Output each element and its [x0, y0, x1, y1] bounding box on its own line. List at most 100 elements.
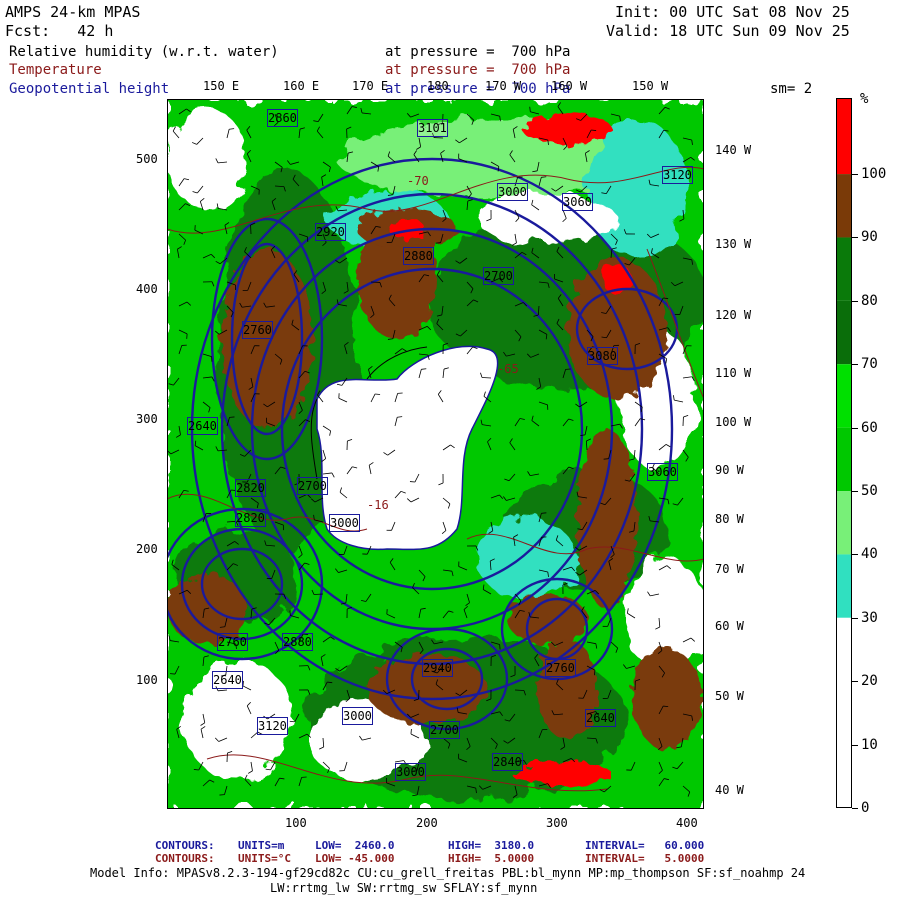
height-contour-label: 2840 [492, 753, 523, 771]
height-contour-label: 3060 [647, 463, 678, 481]
colorbar-tick [852, 174, 858, 176]
height-contour-label: 3101 [417, 119, 448, 137]
colorbar [836, 98, 852, 808]
temp-contour-label: -16 [367, 498, 389, 512]
colorbar-tick [852, 491, 858, 493]
colorbar-band [836, 427, 852, 492]
y-tick-label: 200 [136, 542, 158, 556]
x-tick-label: 200 [416, 816, 438, 830]
colorbar-tick [852, 744, 858, 746]
colorbar-tick [852, 554, 858, 556]
footer-model-info-2: LW:rrtmg_lw SW:rrtmg_sw SFLAY:sf_mynn [270, 881, 538, 895]
height-contour-label: 2860 [267, 109, 298, 127]
colorbar-tick-label: 40 [861, 546, 878, 563]
field-temp-name: Temperature [9, 62, 102, 78]
colorbar-tick [852, 617, 858, 619]
height-contour-label: 2640 [585, 709, 616, 727]
lon-label-top: 160 E [283, 79, 320, 93]
colorbar-tick-label: 100 [861, 166, 887, 183]
field-height-name: Geopotential height [9, 81, 170, 97]
temp-contour-label: -70 [407, 174, 429, 188]
height-contour-label: 3000 [342, 707, 373, 725]
footer-model-info: Model Info: MPASv8.2.3-194-gf29cd82c CU:… [90, 866, 806, 880]
height-contour-label: 2820 [235, 479, 266, 497]
colorbar-tick [852, 427, 858, 429]
lon-label-right: 40 W [715, 783, 744, 797]
colorbar-tick [852, 237, 858, 239]
lon-label-top: 160 W [551, 79, 588, 93]
height-contour-label: 3000 [497, 183, 528, 201]
colorbar-tick-label: 80 [861, 292, 878, 309]
lon-label-right: 80 W [715, 512, 744, 526]
lon-label-top: 180 [427, 79, 449, 93]
x-tick-label: 100 [285, 816, 307, 830]
colorbar-tick-label: 30 [861, 609, 878, 626]
colorbar-tick-label: 90 [861, 229, 878, 246]
height-contour-label: 2640 [212, 671, 243, 689]
lon-label-right: 120 W [715, 308, 752, 322]
height-contour-label: 2760 [545, 659, 576, 677]
init-time: Init: 00 UTC Sat 08 Nov 25 [615, 3, 850, 21]
colorbar-tick [852, 681, 858, 683]
colorbar-band [836, 174, 852, 238]
smoothing-label: sm= 2 [770, 81, 813, 97]
y-tick-label: 100 [136, 673, 158, 687]
colorbar-tick [852, 364, 858, 366]
height-contour-label: 2920 [315, 223, 346, 241]
field-height-level: at pressure = 700 hPa [385, 81, 571, 97]
height-contour-label: 3120 [662, 166, 693, 184]
field-rh-name: Relative humidity (w.r.t. water) [9, 44, 279, 60]
lon-label-right: 60 W [715, 619, 744, 633]
height-contour-label: 2700 [429, 721, 460, 739]
height-contour-label: 3080 [587, 347, 618, 365]
temp-contour-label: -65 [497, 362, 519, 376]
height-contour-label: 2700 [483, 267, 514, 285]
lon-label-right: 100 W [715, 415, 752, 429]
colorbar-band [836, 364, 852, 428]
colorbar-tick-label: 50 [861, 483, 878, 500]
lon-label-right: 110 W [715, 366, 752, 380]
y-tick-label: 500 [136, 152, 158, 166]
lon-label-top: 150 W [632, 79, 669, 93]
map-plot: 3101 2860 3000 3060 2920 2880 2700 2760 … [167, 99, 704, 809]
field-temp-level: at pressure = 700 hPa [385, 62, 571, 78]
model-title: AMPS 24-km MPAS [5, 3, 141, 21]
colorbar-tick [852, 808, 858, 809]
colorbar-band [836, 98, 852, 175]
height-contour-label: 2820 [235, 509, 266, 527]
colorbar-tick-label: 20 [861, 673, 878, 690]
lon-label-right: 130 W [715, 237, 752, 251]
lon-label-top: 150 E [203, 79, 240, 93]
height-contour-label: 2760 [242, 321, 273, 339]
height-contour-label: 2880 [403, 247, 434, 265]
field-rh-level: at pressure = 700 hPa [385, 44, 571, 60]
colorbar-svg [836, 98, 852, 808]
height-contour-label: 3060 [562, 193, 593, 211]
height-contour-label: 3120 [257, 717, 288, 735]
valid-time: Valid: 18 UTC Sun 09 Nov 25 [606, 22, 850, 40]
y-tick-label: 300 [136, 412, 158, 426]
map-field-svg [167, 99, 704, 809]
lon-label-right: 140 W [715, 143, 752, 157]
colorbar-tick-label: 70 [861, 356, 878, 373]
colorbar-band [836, 491, 852, 555]
colorbar-unit: % [860, 91, 869, 107]
colorbar-tick-label: 10 [861, 736, 878, 753]
x-tick-label: 400 [676, 816, 698, 830]
colorbar-tick-label: 60 [861, 419, 878, 436]
colorbar-band [836, 554, 852, 618]
lon-label-right: 50 W [715, 689, 744, 703]
lon-label-top: 170 E [352, 79, 389, 93]
height-contour-label: 2640 [187, 417, 218, 435]
height-contour-label: 3000 [329, 514, 360, 532]
forecast-hour: Fcst: 42 h [5, 22, 114, 40]
y-tick-label: 400 [136, 282, 158, 296]
colorbar-band [836, 300, 852, 365]
colorbar-tick [852, 300, 858, 302]
height-contour-label: 2880 [282, 633, 313, 651]
x-tick-label: 300 [546, 816, 568, 830]
height-contour-label: 3000 [395, 763, 426, 781]
height-contour-label: 2700 [297, 477, 328, 495]
height-contour-label: 2940 [422, 659, 453, 677]
colorbar-band [836, 237, 852, 301]
